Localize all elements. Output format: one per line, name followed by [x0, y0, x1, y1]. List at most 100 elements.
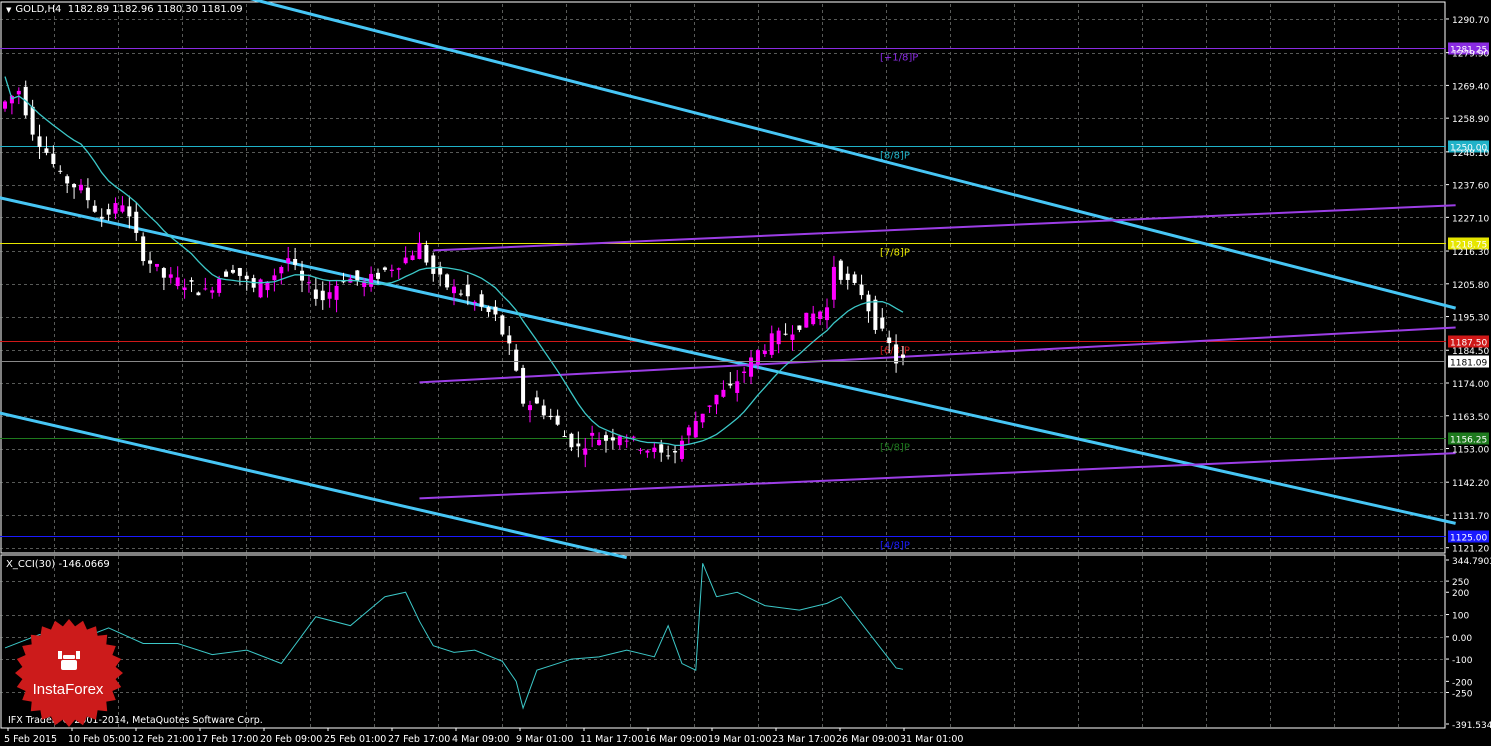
x-axis-tick-label: 17 Feb 17:00: [196, 734, 258, 745]
candle-body: [631, 436, 636, 438]
candle-body: [376, 272, 381, 279]
candle-body: [590, 432, 595, 436]
y-axis-tick-label: 1227.10: [1452, 214, 1489, 224]
candle-body: [44, 148, 49, 153]
candle-body: [493, 306, 498, 315]
y-axis-tick-label: 1237.60: [1452, 182, 1489, 192]
candle-body: [30, 106, 35, 135]
candle-body: [887, 337, 892, 344]
candle-body: [527, 405, 532, 411]
candle-body: [286, 258, 291, 263]
cci-line: [4, 563, 904, 710]
candle-body: [369, 273, 374, 287]
indicator-label: X_CCI(30) -146.0669: [6, 559, 110, 570]
cci-axis-tick-label: 0.00: [1452, 634, 1472, 644]
candle-body: [203, 288, 208, 290]
candle-body: [610, 437, 615, 441]
trendline-lower: [419, 452, 1456, 500]
instaforex-logo: [15, 619, 123, 727]
candle-body: [175, 277, 180, 287]
candle-body: [85, 187, 90, 201]
candle-body: [465, 284, 470, 297]
candle-body: [458, 293, 463, 295]
candle-body: [120, 205, 125, 212]
x-axis-tick-label: 10 Feb 05:00: [68, 734, 130, 745]
candle-body: [652, 447, 657, 453]
y-axis-tick-label: 1121.20: [1452, 545, 1489, 555]
candle-body: [721, 389, 726, 397]
murrey-level-label: [8/8]P: [880, 151, 910, 162]
y-axis-tick-label: 1131.70: [1452, 512, 1489, 522]
candle-body: [769, 333, 774, 355]
candle-body: [127, 206, 132, 217]
candle-body: [700, 413, 705, 423]
candle-body: [237, 267, 242, 276]
candle-body: [500, 315, 505, 335]
candle-body: [873, 299, 878, 330]
candle-body: [410, 255, 415, 261]
candle-body: [603, 435, 608, 441]
candle-body: [838, 260, 843, 280]
candle-body: [293, 259, 298, 265]
candle-body: [424, 245, 429, 263]
candle-body: [714, 394, 719, 405]
candle-body: [403, 257, 408, 264]
candle-body: [825, 307, 830, 321]
cci-axis-tick-label: 100: [1452, 612, 1469, 622]
candle-body: [230, 269, 235, 273]
x-axis-tick-label: 26 Mar 09:00: [836, 734, 899, 745]
candle-body: [182, 287, 187, 291]
candle-body: [852, 274, 857, 283]
candle-body: [790, 334, 795, 340]
logo-text: InstaForex: [32, 681, 104, 698]
candle-body: [72, 184, 77, 188]
indicator-panel-frame: [0, 554, 1446, 729]
candle-body: [244, 275, 249, 280]
candle-body: [16, 90, 21, 95]
candle-body: [141, 236, 146, 262]
candle-body: [417, 242, 422, 259]
y-axis-tick-label: 1174.00: [1452, 380, 1489, 390]
candle-body: [818, 311, 823, 319]
y-axis-tick-label: 1153.00: [1452, 446, 1489, 456]
cci-axis-tick-label: 344.7903: [1452, 557, 1491, 567]
candle-body: [355, 270, 360, 281]
y-axis-tick-label: 1258.90: [1452, 115, 1489, 125]
candle-body: [327, 292, 332, 299]
x-axis-tick-label: 31 Mar 01:00: [900, 734, 963, 745]
candle-body: [479, 294, 484, 307]
y-axis-tick-label: 1142.20: [1452, 479, 1489, 489]
candle-body: [99, 216, 104, 219]
candle-body: [894, 344, 899, 364]
cci-axis-tick-label: -391.534: [1452, 721, 1491, 731]
cci-axis-tick-label: 250: [1452, 578, 1469, 588]
candle-body: [901, 354, 905, 358]
candle-body: [624, 440, 629, 442]
candle-body: [555, 415, 560, 425]
last-price-label: 1181.09: [1450, 359, 1487, 369]
candle-body: [306, 282, 311, 284]
candle-body: [224, 271, 229, 277]
murrey-price-box-label: 1125.00: [1450, 534, 1487, 544]
y-axis-tick-label: 1216.30: [1452, 248, 1489, 258]
candle-body: [645, 450, 650, 453]
x-axis-tick-label: 12 Feb 21:00: [132, 734, 194, 745]
candle-body: [334, 285, 339, 300]
trendline-middle: [419, 326, 1456, 384]
candle-body: [686, 427, 691, 436]
murrey-level-label: [5/8]P: [880, 443, 910, 454]
candle-body: [431, 255, 436, 274]
candle-body: [534, 397, 539, 404]
candles: [3, 80, 905, 468]
candle-body: [880, 317, 885, 329]
candle-body: [783, 333, 788, 335]
candle-body: [341, 281, 346, 283]
dropdown-triangle-icon[interactable]: ▼: [6, 6, 11, 14]
x-axis-tick-label: 20 Feb 09:00: [260, 734, 322, 745]
x-axis-tick-label: 4 Mar 09:00: [452, 734, 509, 745]
chart-canvas: [+1/8]P1281.25[8/8]P1250.00[7/8]P1218.75…: [0, 0, 1491, 745]
x-axis-tick-label: 19 Mar 01:00: [708, 734, 771, 745]
channel-line-lower: [0, 411, 628, 560]
candle-body: [735, 381, 740, 393]
candle-body: [749, 357, 754, 377]
